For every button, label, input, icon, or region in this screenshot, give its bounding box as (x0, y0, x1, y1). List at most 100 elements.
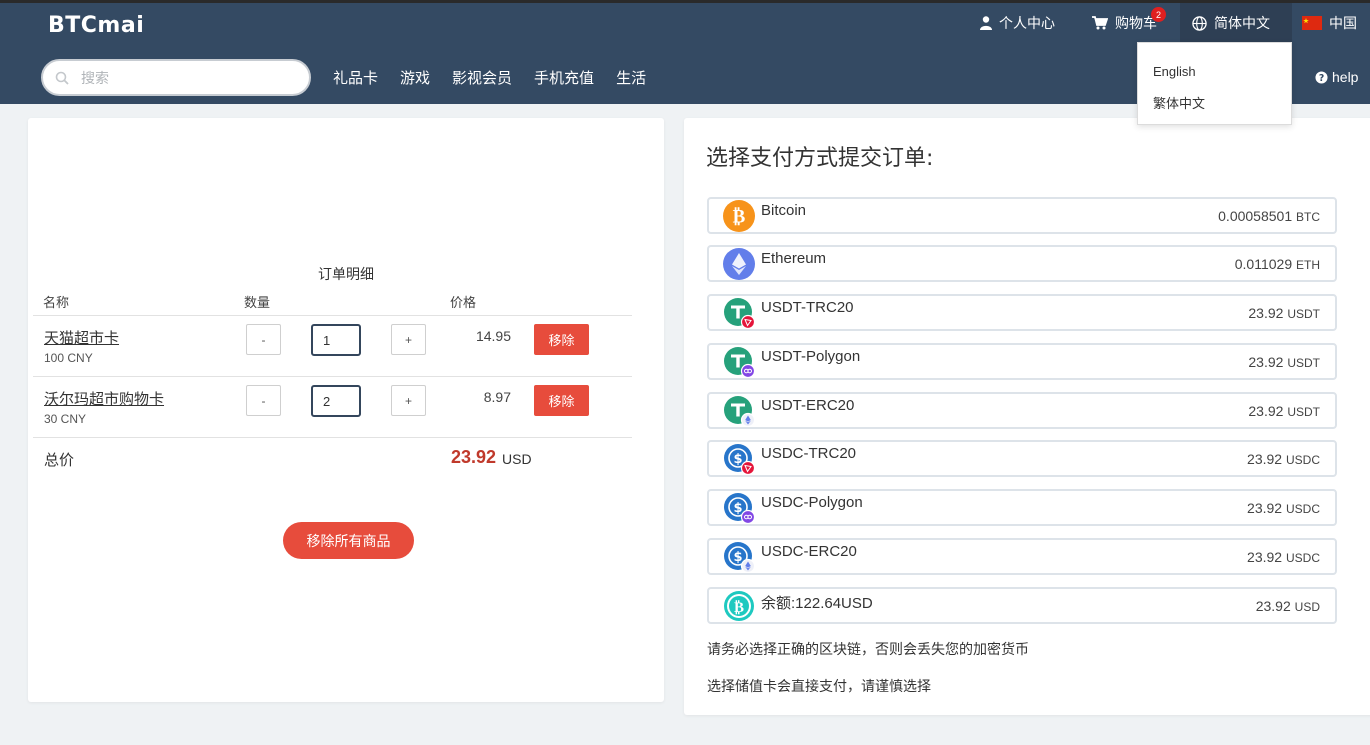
region-selector[interactable]: 中国 (1302, 3, 1357, 43)
svg-text:₿: ₿ (733, 206, 746, 228)
nav-gift-cards[interactable]: 礼品卡 (333, 67, 378, 88)
amount-unit: USDT (1287, 405, 1320, 419)
language-option-traditional-chinese[interactable]: 繁体中文 (1153, 93, 1205, 112)
payment-option-name: USDT-TRC20 (761, 299, 854, 316)
svg-text:$: $ (733, 452, 742, 467)
payment-option-usdt-polygon[interactable]: USDT-Polygon 23.92 USDT (707, 343, 1337, 380)
language-label: 简体中文 (1214, 15, 1270, 31)
amount-value: 0.00058501 (1218, 208, 1293, 224)
stored-value-note: 选择储值卡会直接支付，请谨慎选择 (707, 678, 931, 694)
column-price-header: 价格 (450, 295, 477, 310)
ethereum-icon (723, 248, 755, 280)
tether-polygon-icon (724, 347, 755, 378)
payment-option-amount: 23.92 USDT (1248, 354, 1320, 370)
account-label: 个人中心 (999, 15, 1055, 31)
language-option-english[interactable]: English (1153, 64, 1196, 79)
payment-option-ethereum[interactable]: Ethereum 0.011029 ETH (707, 245, 1337, 282)
tether-tron-icon (724, 298, 755, 329)
remove-item-button[interactable]: 移除 (534, 385, 589, 416)
payment-option-name: Bitcoin (761, 202, 807, 219)
help-link[interactable]: ? help (1315, 69, 1358, 85)
search-box[interactable] (41, 59, 311, 96)
payment-option-balance[interactable]: ₿ 余额:122.64USD 23.92 USD (707, 587, 1337, 624)
payment-option-usdc-polygon[interactable]: $ USDC-Polygon 23.92 USDC (707, 489, 1337, 526)
remove-item-button[interactable]: 移除 (534, 324, 589, 355)
amount-unit: USD (1294, 600, 1320, 614)
total-label: 总价 (44, 452, 75, 469)
payment-option-name: Ethereum (761, 250, 827, 267)
quantity-input[interactable] (311, 324, 361, 356)
search-input[interactable] (81, 69, 281, 86)
site-logo[interactable]: BTCmai (48, 13, 144, 38)
nav-games[interactable]: 游戏 (400, 67, 430, 88)
svg-text:₿: ₿ (734, 598, 744, 616)
payment-option-amount: 23.92 USDC (1247, 451, 1320, 467)
amount-unit: USDC (1285, 502, 1320, 516)
globe-icon (1192, 15, 1207, 31)
account-link[interactable]: 个人中心 (980, 3, 1055, 43)
payment-option-amount: 0.011029 ETH (1235, 256, 1320, 272)
payment-option-usdc-erc20[interactable]: $ USDC-ERC20 23.92 USDC (707, 538, 1337, 575)
payment-option-amount: 23.92 USDT (1248, 305, 1320, 321)
total-amount: 23.92 (451, 447, 497, 467)
amount-value: 23.92 (1248, 354, 1284, 370)
payment-option-name: USDC-TRC20 (761, 445, 857, 462)
blockchain-warning: 请务必选择正确的区块链，否则会丢失您的加密货币 (707, 641, 1029, 657)
help-label: help (1332, 69, 1359, 85)
divider (33, 315, 632, 316)
amount-value: 23.92 (1247, 500, 1283, 516)
amount-value: 23.92 (1255, 598, 1291, 614)
payment-methods-card: 选择支付方式提交订单: ₿ Bitcoin 0.00058501 BTC Eth… (684, 118, 1370, 715)
amount-value: 23.92 (1248, 305, 1284, 321)
order-details-title: 订单明细 (318, 266, 374, 282)
quantity-input[interactable] (311, 385, 361, 417)
tether-ethereum-icon (724, 396, 755, 427)
language-dropdown: English 繁体中文 (1137, 42, 1292, 125)
amount-value: 0.011029 (1234, 256, 1293, 272)
payment-option-amount: 23.92 USDT (1248, 403, 1320, 419)
amount-value: 23.92 (1247, 451, 1283, 467)
item-price: 14.95 (475, 328, 511, 344)
cart-link[interactable]: 购物车 (1092, 3, 1157, 43)
amount-value: 23.92 (1247, 549, 1283, 565)
nav-mobile-topup[interactable]: 手机充值 (534, 67, 594, 88)
region-label: 中国 (1329, 15, 1357, 31)
remove-all-button[interactable]: 移除所有商品 (283, 522, 414, 559)
payment-option-usdt-trc20[interactable]: USDT-TRC20 23.92 USDT (707, 294, 1337, 331)
item-name[interactable]: 天猫超市卡 (44, 327, 119, 348)
language-selector[interactable]: 简体中文 (1192, 3, 1270, 43)
cart-icon (1092, 16, 1108, 30)
order-details-card: 订单明细 名称 数量 价格 天猫超市卡 100 CNY - + 14.95 移除… (28, 118, 664, 702)
item-denomination: 100 CNY (44, 351, 93, 365)
increase-qty-button[interactable]: + (391, 324, 426, 355)
payment-option-name: 余额:122.64USD (761, 595, 873, 612)
bitcoin-icon: ₿ (723, 200, 755, 232)
divider (33, 376, 632, 377)
payment-option-amount: 23.92 USDC (1247, 500, 1320, 516)
payment-option-usdt-erc20[interactable]: USDT-ERC20 23.92 USDT (707, 392, 1337, 429)
svg-text:?: ? (1319, 72, 1324, 83)
decrease-qty-button[interactable]: - (246, 385, 281, 416)
column-qty-header: 数量 (244, 295, 271, 310)
payment-option-amount: 23.92 USD (1256, 598, 1320, 614)
payment-option-bitcoin[interactable]: ₿ Bitcoin 0.00058501 BTC (707, 197, 1337, 234)
item-name[interactable]: 沃尔玛超市购物卡 (44, 388, 164, 409)
usdc-ethereum-icon: $ (724, 542, 755, 573)
balance-bitcoin-icon: ₿ (724, 591, 754, 621)
divider (33, 437, 632, 438)
nav-life[interactable]: 生活 (616, 67, 646, 88)
decrease-qty-button[interactable]: - (246, 324, 281, 355)
item-denomination: 30 CNY (44, 412, 87, 426)
svg-text:$: $ (733, 550, 742, 565)
payment-option-usdc-trc20[interactable]: $ USDC-TRC20 23.92 USDC (707, 440, 1337, 477)
category-nav: 礼品卡 游戏 影视会员 手机充值 生活 (333, 67, 646, 88)
payment-option-amount: 0.00058501 BTC (1218, 208, 1320, 224)
usdc-polygon-icon: $ (724, 493, 755, 524)
payment-option-name: USDT-Polygon (761, 348, 861, 365)
nav-video-membership[interactable]: 影视会员 (452, 67, 512, 88)
payment-option-name: USDC-Polygon (761, 494, 863, 511)
china-flag-icon (1302, 16, 1322, 30)
increase-qty-button[interactable]: + (391, 385, 426, 416)
amount-unit: USDT (1287, 356, 1320, 370)
column-name-header: 名称 (43, 295, 70, 310)
